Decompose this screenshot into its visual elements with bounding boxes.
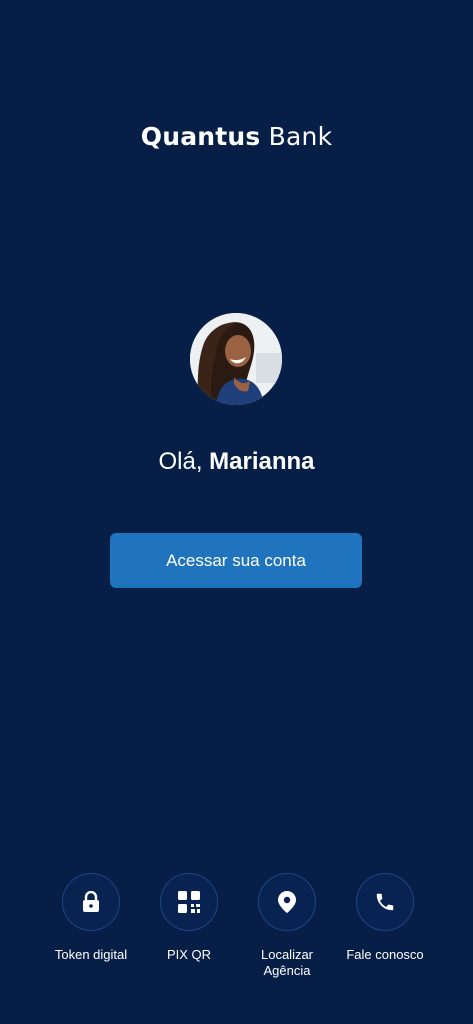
greeting: Olá, Marianna — [0, 448, 473, 476]
pix-qr-icon-circle[interactable] — [160, 873, 218, 931]
fale-conosco-button[interactable]: Fale conosco — [336, 873, 434, 979]
token-digital-button[interactable]: Token digital — [42, 873, 140, 979]
qr-code-icon — [178, 891, 200, 913]
lock-icon — [83, 891, 99, 912]
avatar — [190, 313, 282, 405]
localizar-agencia-button[interactable]: Localizar Agência — [238, 873, 336, 979]
pix-qr-button[interactable]: PIX QR — [140, 873, 238, 979]
pix-qr-label: PIX QR — [166, 947, 212, 962]
quick-actions-bar: Token digital PIX QR Localizar Agência F… — [42, 873, 434, 979]
phone-icon — [376, 893, 394, 911]
greeting-prefix: Olá, — [158, 448, 203, 475]
user-photo — [190, 313, 282, 405]
bank-logo: Quantus Bank — [0, 122, 473, 151]
access-account-button[interactable]: Acessar sua conta — [110, 533, 362, 588]
localizar-agencia-icon-circle[interactable] — [258, 873, 316, 931]
token-digital-label: Token digital — [54, 947, 128, 962]
greeting-name: Marianna — [209, 448, 315, 475]
location-pin-icon — [278, 891, 296, 913]
fale-conosco-icon-circle[interactable] — [356, 873, 414, 931]
brand-name-light: Bank — [268, 122, 333, 151]
brand-name-bold: Quantus — [140, 122, 261, 151]
fale-conosco-label: Fale conosco — [346, 947, 424, 962]
localizar-agencia-label: Localizar Agência — [260, 947, 314, 978]
token-digital-icon-circle[interactable] — [62, 873, 120, 931]
